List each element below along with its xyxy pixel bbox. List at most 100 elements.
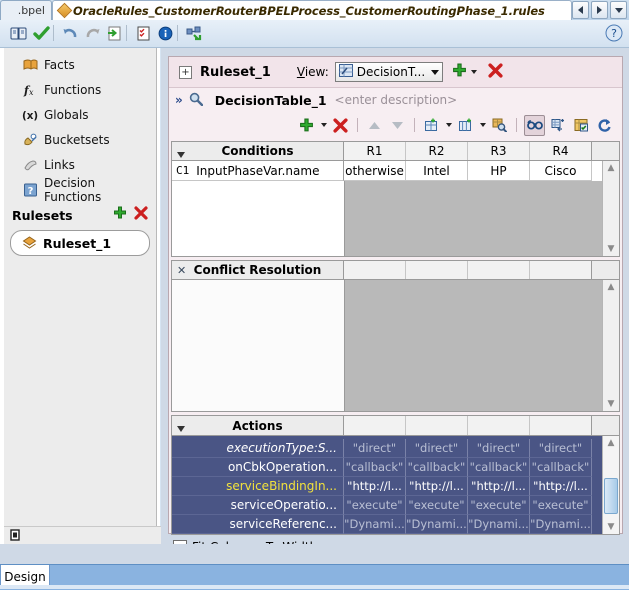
- action-value-cell[interactable]: "callback": [344, 458, 406, 477]
- action-value-cell[interactable]: "Dynami...: [344, 515, 406, 534]
- conflict-col-header[interactable]: [530, 261, 592, 279]
- delete-button[interactable]: [331, 116, 350, 135]
- tab-bpel[interactable]: .bpel: [0, 0, 52, 20]
- info-icon[interactable]: [155, 23, 176, 44]
- action-value-cell[interactable]: "http://l...: [344, 477, 406, 496]
- table-row[interactable]: serviceOperatio... "execute" "execute" "…: [172, 496, 619, 515]
- action-label[interactable]: executionType:S...: [172, 439, 344, 458]
- redo-icon[interactable]: [82, 23, 103, 44]
- action-value-cell[interactable]: "execute": [468, 496, 530, 515]
- action-label[interactable]: onCbkOperation...: [172, 458, 344, 477]
- add-dropdown-arrow[interactable]: [321, 123, 327, 127]
- conflict-col-header[interactable]: [406, 261, 468, 279]
- actions-vertical-scrollbar[interactable]: ▲ ▼: [602, 436, 619, 534]
- action-value-cell[interactable]: "execute": [344, 496, 406, 515]
- conflict-resolution-vertical-scrollbar[interactable]: ▲ ▼: [602, 280, 619, 411]
- sidebar-item-functions[interactable]: fx Functions: [4, 77, 156, 102]
- table-row[interactable]: serviceReferenc... "Dynami... "Dynami...…: [172, 515, 619, 534]
- action-value-cell[interactable]: "callback": [530, 458, 592, 477]
- action-value-cell[interactable]: "http://l...: [406, 477, 468, 496]
- actions-col-header[interactable]: [406, 416, 468, 435]
- merge-table-button[interactable]: [456, 116, 475, 135]
- scrollbar-thumb[interactable]: [604, 478, 618, 514]
- action-value-cell[interactable]: "callback": [468, 458, 530, 477]
- gap-analysis-button[interactable]: [524, 114, 545, 136]
- actions-col-header[interactable]: [530, 416, 592, 435]
- sidebar-item-globals[interactable]: (x) Globals: [4, 102, 156, 127]
- sidebar-item-decision-functions[interactable]: ? Decision Functions: [4, 176, 156, 204]
- conditions-col-header[interactable]: R1: [344, 142, 406, 160]
- action-value-cell[interactable]: "Dynami...: [406, 515, 468, 534]
- sidebar-item-bucketsets[interactable]: Bucketsets: [4, 127, 156, 152]
- export-icon[interactable]: [104, 23, 125, 44]
- split-cells-button[interactable]: [572, 116, 591, 135]
- actions-col-header[interactable]: [344, 416, 406, 435]
- add-button[interactable]: [297, 116, 316, 135]
- scroll-up-icon[interactable]: ▲: [603, 436, 619, 450]
- conditions-menu-arrow-icon[interactable]: [177, 147, 185, 161]
- table-row[interactable]: executionType:S... "direct" "direct" "di…: [172, 439, 619, 458]
- conflict-col-header[interactable]: [344, 261, 406, 279]
- condition-value-cell[interactable]: otherwise: [344, 161, 406, 181]
- conditions-col-header[interactable]: R3: [468, 142, 530, 160]
- close-icon[interactable]: ✕: [177, 265, 186, 276]
- move-down-button[interactable]: [388, 116, 407, 135]
- move-up-button[interactable]: [365, 116, 384, 135]
- tab-prev-button[interactable]: [572, 1, 589, 19]
- action-value-cell[interactable]: "Dynami...: [468, 515, 530, 534]
- add-ruleset-button[interactable]: [113, 206, 127, 223]
- condition-expression-cell[interactable]: C1 InputPhaseVar.name: [172, 161, 344, 181]
- scroll-up-icon[interactable]: ▲: [603, 280, 619, 294]
- decision-table-description[interactable]: <enter description>: [335, 93, 458, 107]
- add-rule-dropdown-arrow[interactable]: [470, 70, 477, 74]
- scroll-up-icon[interactable]: ▲: [603, 161, 619, 175]
- view-select[interactable]: DecisionT...: [334, 62, 443, 82]
- action-label[interactable]: serviceBindingIn...: [172, 477, 344, 496]
- action-value-cell[interactable]: "Dynami...: [530, 515, 592, 534]
- split-table-button[interactable]: [422, 116, 441, 135]
- action-label[interactable]: serviceReferenc...: [172, 515, 344, 534]
- undo-icon[interactable]: [60, 23, 81, 44]
- table-row[interactable]: C1 InputPhaseVar.name otherwise Intel HP…: [172, 161, 619, 181]
- action-value-cell[interactable]: "http://l...: [468, 477, 530, 496]
- sidebar-item-ruleset-1[interactable]: Ruleset_1: [10, 230, 150, 256]
- help-button[interactable]: ?: [605, 24, 623, 42]
- actions-menu-arrow-icon[interactable]: [177, 421, 185, 435]
- scroll-down-icon[interactable]: ▼: [603, 242, 619, 256]
- magnifier-icon[interactable]: [189, 92, 203, 109]
- find-rules-button[interactable]: [490, 116, 509, 135]
- collapse-chevron-icon[interactable]: »: [175, 93, 183, 107]
- conditions-col-header[interactable]: R2: [406, 142, 468, 160]
- test-checklist-icon[interactable]: [133, 23, 154, 44]
- action-value-cell[interactable]: "http://l...: [530, 477, 592, 496]
- split-table-dropdown-arrow[interactable]: [446, 123, 452, 127]
- add-rule-button[interactable]: [452, 63, 467, 81]
- conflict-col-header[interactable]: [468, 261, 530, 279]
- sidebar-item-links[interactable]: Links: [4, 152, 156, 177]
- action-value-cell[interactable]: "direct": [468, 439, 530, 458]
- action-value-cell[interactable]: "direct": [530, 439, 592, 458]
- merge-table-dropdown-arrow[interactable]: [480, 123, 486, 127]
- scroll-down-icon[interactable]: ▼: [603, 397, 619, 411]
- condition-value-cell[interactable]: HP: [468, 161, 530, 181]
- action-value-cell[interactable]: "execute": [406, 496, 468, 515]
- sidebar-item-facts[interactable]: Facts: [4, 52, 156, 77]
- conditions-vertical-scrollbar[interactable]: ▲ ▼: [602, 161, 619, 256]
- table-row[interactable]: onCbkOperation... "callback" "callback" …: [172, 458, 619, 477]
- link-dictionary-icon[interactable]: [184, 23, 205, 44]
- dictionary-icon[interactable]: [8, 23, 29, 44]
- validate-check-icon[interactable]: [31, 23, 52, 44]
- tab-next-button[interactable]: [591, 1, 608, 19]
- action-value-cell[interactable]: "callback": [406, 458, 468, 477]
- conditions-col-header[interactable]: R4: [530, 142, 592, 160]
- scroll-down-icon[interactable]: ▼: [603, 520, 619, 534]
- decision-table-name[interactable]: DecisionTable_1: [215, 93, 327, 108]
- refresh-button[interactable]: [595, 116, 614, 135]
- compact-rules-button[interactable]: [549, 116, 568, 135]
- action-value-cell[interactable]: "execute": [530, 496, 592, 515]
- ruleset-expander-button[interactable]: +: [179, 65, 192, 79]
- tab-list-button[interactable]: [610, 1, 627, 19]
- tab-rules[interactable]: OracleRules_CustomerRouterBPELProcess_Cu…: [52, 0, 572, 20]
- action-value-cell[interactable]: "direct": [406, 439, 468, 458]
- delete-ruleset-button[interactable]: [134, 206, 148, 223]
